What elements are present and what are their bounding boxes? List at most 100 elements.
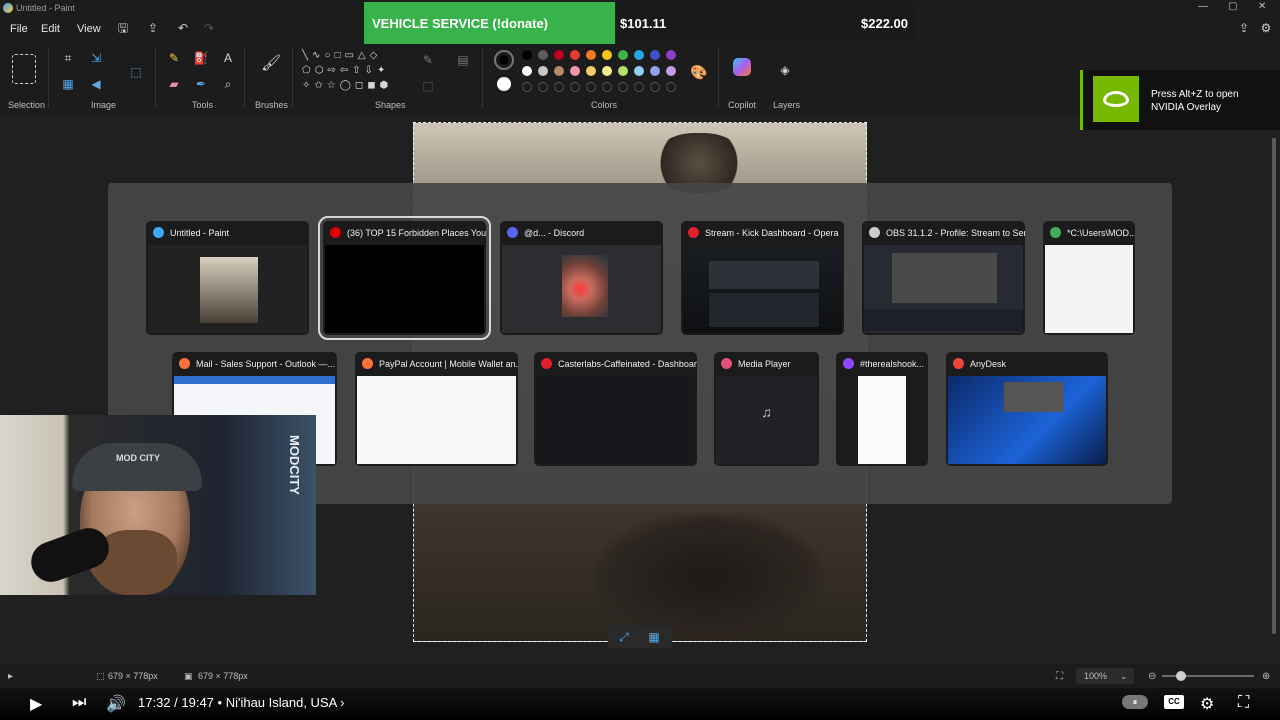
switcher-window-media-player[interactable]: Media Player ♫ — [714, 352, 819, 466]
palette-color-swatch[interactable] — [554, 50, 564, 60]
zoom-in-icon[interactable]: ⊕ — [1262, 671, 1270, 682]
switcher-window-twitch[interactable]: #therealshook... — [836, 352, 928, 466]
custom-color-slot[interactable] — [634, 82, 644, 92]
fit-to-window-icon[interactable]: ⛶ — [1056, 671, 1063, 682]
palette-color-swatch[interactable] — [602, 66, 612, 76]
palette-color-swatch[interactable] — [570, 50, 580, 60]
menu-edit[interactable]: Edit — [41, 23, 60, 35]
resize-icon[interactable]: ⇲ — [88, 50, 104, 66]
custom-color-slot[interactable] — [618, 82, 628, 92]
switcher-window-opera[interactable]: Stream - Kick Dashboard - Opera — [681, 221, 844, 335]
group-label-selection: Selection — [8, 100, 46, 110]
palette-color-swatch[interactable] — [522, 66, 532, 76]
share-canvas-icon[interactable]: ⇪ — [1237, 21, 1251, 35]
nvidia-logo-icon — [1093, 76, 1139, 122]
palette-color-swatch[interactable] — [586, 50, 596, 60]
settings-gear-icon[interactable]: ⚙ — [1200, 694, 1214, 714]
background-removal-icon[interactable]: ▦ — [60, 76, 76, 92]
shape-fill-icon[interactable]: ▤ — [455, 52, 471, 68]
switcher-window-notepad[interactable]: *C:\Users\MOD... — [1043, 221, 1135, 335]
menu-file[interactable]: File — [10, 23, 28, 35]
switcher-window-paint[interactable]: Untitled - Paint — [146, 221, 309, 335]
shapes-gallery[interactable]: ╲∿○□▭△◇ ⬠⬡⇨⇦⇧⇩✦ ✧✩☆◯◻◼⬢ — [302, 48, 406, 94]
group-label-colors: Colors — [591, 100, 618, 110]
palette-color-swatch[interactable] — [522, 50, 532, 60]
vertical-scrollbar[interactable] — [1272, 138, 1276, 634]
image-resize-handle-icon[interactable]: ⤢ — [616, 629, 632, 645]
fill-icon[interactable]: ⛽ — [193, 50, 209, 66]
group-label-image: Image — [91, 100, 117, 110]
eraser-icon[interactable]: ▰ — [166, 76, 182, 92]
minimize-icon[interactable]: — — [1198, 1, 1208, 12]
palette-color-swatch[interactable] — [538, 50, 548, 60]
layers-icon[interactable]: ◈ — [777, 62, 793, 78]
color-picker-icon[interactable]: ✒ — [193, 76, 209, 92]
window-thumbnail — [325, 245, 484, 333]
custom-color-slot[interactable] — [522, 82, 532, 92]
canvas-size: 679 × 778px — [198, 671, 248, 681]
custom-color-slot[interactable] — [666, 82, 676, 92]
zoom-slider-thumb[interactable] — [1176, 671, 1186, 681]
switcher-window-anydesk[interactable]: AnyDesk — [946, 352, 1108, 466]
maximize-icon[interactable]: ▢ — [1228, 1, 1237, 12]
secondary-color-well[interactable] — [497, 77, 511, 91]
primary-color-well[interactable] — [494, 50, 514, 70]
custom-color-slot[interactable] — [602, 82, 612, 92]
text-icon[interactable]: A — [220, 50, 236, 66]
palette-color-swatch[interactable] — [618, 66, 628, 76]
settings-icon[interactable]: ⚙ — [1259, 21, 1273, 35]
shape-outline-icon[interactable]: ✎ — [420, 52, 436, 68]
autoplay-toggle[interactable]: ⏸ — [1122, 695, 1148, 709]
switcher-window-discord[interactable]: @d... - Discord — [500, 221, 663, 335]
fullscreen-icon[interactable]: ⛶ — [1238, 694, 1249, 712]
custom-color-slot[interactable] — [570, 82, 580, 92]
custom-color-slot[interactable] — [586, 82, 596, 92]
magnifier-icon[interactable]: ⌕ — [220, 76, 236, 92]
next-icon[interactable]: ⏭ — [72, 694, 86, 712]
palette-color-swatch[interactable] — [650, 66, 660, 76]
palette-color-swatch[interactable] — [538, 66, 548, 76]
palette-color-swatch[interactable] — [586, 66, 596, 76]
play-icon[interactable]: ▶ — [30, 694, 42, 714]
palette-color-swatch[interactable] — [554, 66, 564, 76]
custom-color-slot[interactable] — [650, 82, 660, 92]
palette-color-swatch[interactable] — [634, 50, 644, 60]
close-icon[interactable]: ✕ — [1258, 1, 1266, 12]
menu-view[interactable]: View — [77, 23, 101, 35]
crop-icon[interactable]: ⌗ — [60, 50, 76, 66]
share-icon[interactable]: ⇪ — [146, 21, 160, 35]
switcher-window-youtube[interactable]: (36) TOP 15 Forbidden Places You... — [318, 216, 491, 340]
switcher-window-paypal[interactable]: PayPal Account | Mobile Wallet an... — [355, 352, 518, 466]
copilot-icon[interactable] — [733, 58, 751, 76]
volume-icon[interactable]: 🔊 — [106, 694, 126, 714]
palette-color-swatch[interactable] — [650, 50, 660, 60]
chapter-title[interactable]: • Ni'ihau Island, USA › — [218, 695, 345, 710]
palette-color-swatch[interactable] — [666, 50, 676, 60]
rotate-icon[interactable]: ◀ — [88, 76, 104, 92]
undo-icon[interactable]: ↶ — [176, 21, 190, 35]
palette-color-swatch[interactable] — [618, 50, 628, 60]
custom-color-slot[interactable] — [538, 82, 548, 92]
palette-color-swatch[interactable] — [570, 66, 580, 76]
palette-color-swatch[interactable] — [634, 66, 644, 76]
zoom-out-icon[interactable]: ⊖ — [1148, 671, 1156, 682]
pencil-icon[interactable]: ✎ — [166, 50, 182, 66]
edit-colors-icon[interactable]: 🎨 — [690, 64, 707, 80]
save-icon[interactable]: 🖫 — [116, 21, 130, 35]
captions-icon[interactable]: CC — [1164, 695, 1184, 709]
background-removal-icon[interactable]: ▦ — [646, 629, 662, 645]
selection-tool-icon[interactable] — [12, 54, 36, 84]
switcher-window-obs[interactable]: OBS 31.1.2 - Profile: Stream to Serv... — [862, 221, 1025, 335]
cap-logo-text: MOD CITY — [116, 453, 160, 463]
divider — [482, 48, 483, 108]
zoom-dropdown[interactable]: 100% ⌄ — [1076, 668, 1134, 684]
image-select-icon[interactable]: ⬚ — [128, 64, 144, 80]
palette-color-swatch[interactable] — [602, 50, 612, 60]
redo-icon[interactable]: ↷ — [202, 21, 216, 35]
nvidia-overlay-notification[interactable]: Press Alt+Z to open NVIDIA Overlay — [1080, 70, 1280, 130]
shape-style-icon[interactable]: ⬚ — [420, 78, 436, 94]
switcher-window-casterlabs[interactable]: Casterlabs-Caffeinated - Dashboard — [534, 352, 697, 466]
palette-color-swatch[interactable] — [666, 66, 676, 76]
custom-color-slot[interactable] — [554, 82, 564, 92]
brush-icon[interactable]: 🖌 — [261, 56, 281, 72]
